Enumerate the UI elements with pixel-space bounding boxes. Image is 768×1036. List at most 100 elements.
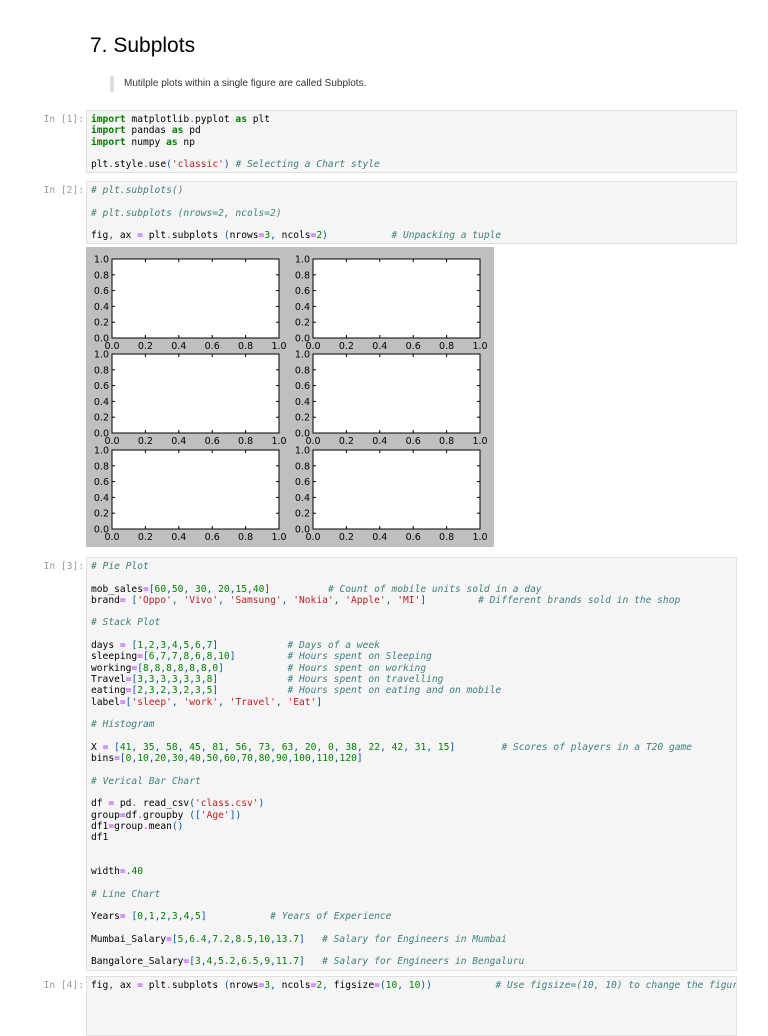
code-comment: # Scores of players in a T20 game [501,741,693,753]
x-tick-label: 1.0 [271,532,286,543]
code-line: width=.40 [91,866,732,877]
subplot-axes [111,353,280,434]
code-line: # Pie Plot [91,561,732,572]
code-comment: # plt.subplots() [91,185,184,196]
code-token: 10 [385,980,398,991]
section-heading: 7. Subplots [90,34,196,57]
subplot-axes [312,449,481,530]
code-token: ) [258,798,265,810]
code-token: fig [91,230,109,242]
x-tick-label: 0.6 [406,532,421,543]
description-blockquote: Mutilple plots within a single figure ar… [110,76,366,92]
code-token: 73 [258,741,271,753]
code-token: matplotlib [125,114,190,125]
subplots-chart: 0.0 0.2 0.4 0.6 0.8 1.0 0.0 0.2 0.4 0.6 0.8 1.0 0.0 0… [94,255,488,544]
code-token: , [206,583,219,595]
y-tick-label: 0.2 [94,318,109,329]
y-tick-label: 0.2 [94,509,109,520]
code-line: mob_sales=[60,50, 30, 20,15,40] # Count … [91,584,732,595]
code-token: import [91,114,126,125]
code-token: ([ [189,809,201,821]
code-cell-1[interactable]: import matplotlib.pyplot as plt import pa… [86,110,737,173]
code-token: 5.2 [218,956,236,968]
code-token: working [91,662,132,674]
code-comment: # Line Chart [91,888,161,900]
code-token: df [91,798,109,810]
code-token: 41 [119,741,132,753]
code-token: 'Eat' [287,696,317,708]
code-token: figsize [327,980,375,991]
x-tick-label: 0.4 [372,436,387,447]
code-line: import matplotlib.pyplot as plt [91,114,732,125]
code-token: , [397,980,409,991]
code-line: df = pd. read_csv('class.csv') [91,798,732,809]
x-tick-label: 0.2 [339,532,354,543]
code-token: ax [114,230,138,242]
code-token: ncols [275,230,311,242]
code-token: 80 [258,753,271,765]
code-token: as [166,136,178,148]
subplots-figure: 0.0 0.2 0.4 0.6 0.8 1.0 0.0 0.2 0.4 0.6 0.8 1.0 0.0 0… [86,247,494,547]
code-token: as [235,114,247,125]
x-tick-label: 0.2 [138,436,153,447]
x-tick-label: 0.2 [339,341,354,352]
code-token: pd [183,125,201,137]
code-token: 10 [258,933,271,945]
code-token: 50 [171,583,184,595]
code-token: group [91,809,120,821]
code-line: # Verical Bar Chart [91,776,732,787]
code-token: width [91,866,120,878]
code-token: , [154,741,167,753]
code-token: , [333,741,346,753]
code-token: 63 [281,741,294,753]
code-token: 100 [293,753,311,765]
y-tick-label: 0.8 [295,270,310,281]
code-comment: # Unpacking a tuple [391,230,502,242]
code-line: df1=group.mean() [91,821,732,832]
code-comment: # plt.subplots (nrows=2, ncols=2) [91,207,282,219]
code-cell-4[interactable]: fig, ax = plt.subplots (nrows=3, ncols=2… [86,976,737,1036]
code-token: ncols [275,980,311,991]
code-cell-2[interactable]: # plt.subplots() # plt.subplots (nrows=2,… [86,181,737,244]
code-token: , [333,594,346,606]
code-line: plt.style.use('classic') # Selecting a C… [91,159,732,170]
code-cell-3[interactable]: # Pie Plot mob_sales=[60,50, 30, 20,15,40… [86,557,737,971]
x-tick-label: 0.4 [171,436,186,447]
code-token: , [218,594,230,606]
code-token: 31 [414,741,427,753]
code-token: 42 [391,741,404,753]
code-token: as [171,125,184,137]
code-token: use [148,159,167,171]
code-token: ] [356,753,363,765]
code-token: , [177,741,190,753]
code-token: Years [91,911,120,923]
code-token: plt [143,980,167,991]
code-token: pd [114,798,132,810]
y-tick-label: 0.4 [94,397,109,408]
code-token: 110 [316,753,334,765]
y-tick-label: 1.0 [295,350,310,361]
y-tick-label: 0.8 [94,270,109,281]
code-comment: # Hours spent on travelling [287,673,444,685]
x-tick-label: 0.6 [205,341,220,352]
x-tick-label: 0.8 [238,341,253,352]
code-line: days = [1,2,3,4,5,6,7] # Days of a week [91,640,732,651]
cell-prompt: In [2]: [43,185,84,196]
code-token: , [183,583,196,595]
y-tick-label: 0.2 [295,509,310,520]
code-token: 13.7 [275,933,299,945]
code-token: 7.2 [212,933,230,945]
code-line: df1 [91,832,732,843]
code-token: mean [148,820,172,832]
code-token: , [200,741,213,753]
y-tick-label: 0.8 [94,461,109,472]
code-token: , [403,741,415,753]
x-tick-label: 0.4 [171,532,186,543]
